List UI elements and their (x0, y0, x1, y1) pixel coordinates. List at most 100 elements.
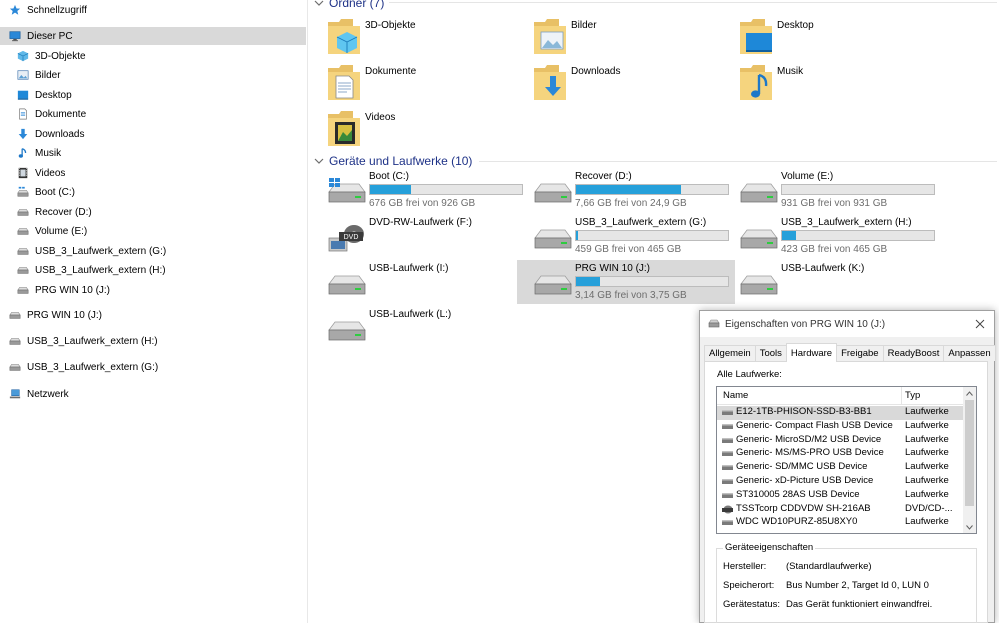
drive-item[interactable]: USB-Laufwerk (I:) (311, 260, 529, 304)
folder-item[interactable]: Musik (739, 62, 939, 104)
drives-listbox[interactable]: Name Typ E12-1TB-PHISON-SSD-B3-BB1 Laufwe… (716, 386, 977, 534)
drive-icon (722, 451, 733, 457)
sidebar-item[interactable]: Bilder (0, 66, 306, 84)
music-icon (16, 146, 30, 160)
drive-name: USB-Laufwerk (L:) (369, 309, 452, 320)
sidebar-item[interactable]: USB_3_Laufwerk_extern (G:) (0, 358, 306, 376)
dialog-tab[interactable]: ReadyBoost (882, 345, 945, 361)
sidebar-item[interactable]: USB_3_Laufwerk_extern (H:) (0, 261, 306, 279)
dialog-tab[interactable]: Allgemein (704, 345, 756, 361)
drive-icon (8, 334, 22, 348)
sidebar-item-label: PRG WIN 10 (J:) (35, 284, 111, 296)
scroll-up-icon[interactable] (963, 387, 976, 399)
drive-name: Boot (C:) (369, 171, 410, 182)
drive-icon (722, 465, 733, 471)
dialog-tab[interactable]: Anpassen (943, 345, 996, 361)
list-item[interactable]: Generic- xD-Picture USB Device Laufwerke (717, 475, 964, 489)
sidebar-item[interactable]: Musik (0, 144, 306, 162)
list-item[interactable]: Generic- SD/MMC USB Device Laufwerke (717, 461, 964, 475)
dialog-tab[interactable]: Tools (754, 345, 787, 361)
dialog-tab[interactable]: Freigabe (836, 345, 884, 361)
drive-item[interactable]: PRG WIN 10 (J:) 3,14 GB frei von 3,75 GB (517, 260, 735, 304)
drive-usage-bar (575, 184, 729, 195)
drive-item[interactable]: Boot (C:) 676 GB frei von 926 GB (311, 168, 529, 212)
close-button[interactable] (972, 316, 988, 332)
list-scrollbar[interactable] (963, 387, 976, 533)
dialog-titlebar[interactable]: Eigenschaften von PRG WIN 10 (J:) (700, 311, 994, 337)
drive-item[interactable]: Recover (D:) 7,66 GB frei von 24,9 GB (517, 168, 735, 212)
folders-group-header[interactable]: Ordner (7) (313, 0, 384, 10)
downloads-folder-icon (533, 62, 567, 102)
group-divider (389, 2, 997, 3)
list-item[interactable]: Generic- Compact Flash USB Device Laufwer… (717, 420, 964, 434)
folder-label: Downloads (571, 66, 621, 77)
sidebar-item[interactable]: Schnellzugriff (0, 1, 306, 19)
sidebar-item[interactable]: PRG WIN 10 (J:) (0, 306, 306, 324)
drive-icon (739, 178, 779, 208)
drive-item[interactable]: USB-Laufwerk (L:) (311, 306, 529, 350)
column-header-name[interactable]: Name (723, 390, 748, 401)
list-item-type: Laufwerke (905, 461, 949, 473)
desktop-folder-icon (739, 16, 773, 56)
sidebar-item[interactable]: Videos (0, 164, 306, 182)
drive-name: PRG WIN 10 (J:) (575, 263, 651, 274)
list-item-name: ST310005 28AS USB Device (736, 488, 860, 500)
folder-item[interactable]: Dokumente (327, 62, 527, 104)
sidebar-item[interactable]: Boot (C:) (0, 183, 306, 201)
drive-icon (533, 224, 573, 254)
drive-item[interactable]: USB_3_Laufwerk_extern (G:) 459 GB frei vo… (517, 214, 735, 258)
list-item[interactable]: WDC WD10PURZ-85U8XY0 Laufwerke (717, 516, 964, 530)
sidebar-item[interactable]: USB_3_Laufwerk_extern (H:) (0, 332, 306, 350)
folder-item[interactable]: Downloads (533, 62, 733, 104)
sidebar-item[interactable]: Dokumente (0, 105, 306, 123)
drive-item[interactable]: DVD DVD-RW-Laufwerk (F:) (311, 214, 529, 258)
dialog-tab[interactable]: Hardware (785, 343, 838, 362)
list-item[interactable]: E12-1TB-PHISON-SSD-B3-BB1 Laufwerke (717, 406, 964, 420)
folder-label: Musik (777, 66, 804, 77)
folder-item[interactable]: 3D-Objekte (327, 16, 527, 58)
sidebar-item-label: Recover (D:) (35, 206, 92, 218)
sidebar-item[interactable]: Netzwerk (0, 385, 306, 403)
drive-free-space: 3,14 GB frei von 3,75 GB (575, 290, 687, 301)
list-item-name: E12-1TB-PHISON-SSD-B3-BB1 (736, 406, 872, 417)
scroll-down-icon[interactable] (963, 521, 976, 533)
chevron-down-icon (314, 0, 324, 6)
sidebar-item-label: Videos (35, 167, 66, 179)
sidebar-item[interactable]: Volume (E:) (0, 222, 306, 240)
sidebar-item[interactable]: USB_3_Laufwerk_extern (G:) (0, 242, 306, 260)
sidebar-item[interactable]: Downloads (0, 125, 306, 143)
device-properties-group: Geräteeigenschaften Hersteller: (Standard… (716, 542, 977, 623)
videos-folder-icon (327, 108, 361, 148)
sidebar-item[interactable]: Dieser PC (0, 27, 306, 45)
drive-name: USB-Laufwerk (K:) (781, 263, 865, 274)
list-item[interactable]: TSSTcorp CDDVDW SH-216AB DVD/CD-... (717, 503, 964, 517)
folder-item[interactable]: Videos (327, 108, 527, 150)
drive-item[interactable]: USB_3_Laufwerk_extern (H:) 423 GB frei vo… (723, 214, 941, 258)
sidebar-item[interactable]: Desktop (0, 86, 306, 104)
property-key: Gerätestatus: (723, 599, 781, 610)
sidebar-item[interactable]: Recover (D:) (0, 203, 306, 221)
scroll-thumb[interactable] (965, 400, 974, 506)
videos-icon (16, 166, 30, 180)
column-header-type[interactable]: Typ (905, 390, 920, 401)
list-item[interactable]: Generic- MS/MS-PRO USB Device Laufwerke (717, 447, 964, 461)
drives-group-header[interactable]: Geräte und Laufwerke (10) (313, 154, 472, 168)
sidebar-item[interactable]: 3D-Objekte (0, 47, 306, 65)
dialog-title: Eigenschaften von PRG WIN 10 (J:) (725, 318, 886, 330)
drive-icon (16, 244, 30, 258)
usb-drive-icon (327, 270, 367, 300)
drive-icon (722, 410, 733, 415)
drive-icon (708, 319, 720, 328)
sidebar-item-label: USB_3_Laufwerk_extern (G:) (35, 245, 167, 257)
list-item-type: DVD/CD-... (905, 502, 953, 514)
folder-item[interactable]: Bilder (533, 16, 733, 58)
drive-item[interactable]: Volume (E:) 931 GB frei von 931 GB (723, 168, 941, 212)
drive-icon (16, 205, 30, 219)
drive-free-space: 423 GB frei von 465 GB (781, 244, 888, 255)
sidebar-item[interactable]: PRG WIN 10 (J:) (0, 281, 306, 299)
drive-icon (8, 308, 22, 322)
drive-item[interactable]: USB-Laufwerk (K:) (723, 260, 941, 304)
folder-item[interactable]: Desktop (739, 16, 939, 58)
list-item[interactable]: Generic- MicroSD/M2 USB Device Laufwerke (717, 434, 964, 448)
list-item[interactable]: ST310005 28AS USB Device Laufwerke (717, 489, 964, 503)
